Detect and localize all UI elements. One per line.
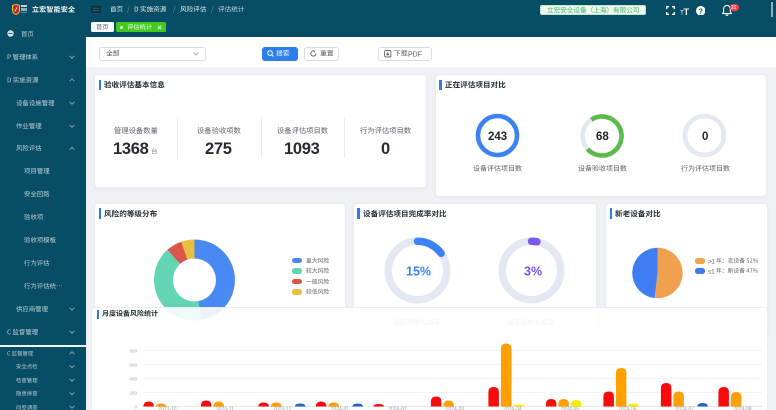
svg-text:2023-12: 2023-12: [273, 407, 292, 410]
svg-text:600: 600: [129, 362, 137, 367]
svg-text:200: 200: [129, 390, 137, 395]
svg-text:400: 400: [129, 376, 137, 381]
svg-text:2024-08: 2024-08: [733, 407, 752, 410]
svg-text:2024-01: 2024-01: [331, 407, 350, 410]
svg-text:0: 0: [134, 404, 137, 409]
svg-text:800: 800: [129, 348, 137, 353]
svg-text:2024-04: 2024-04: [503, 407, 522, 410]
svg-text:2023-11: 2023-11: [216, 407, 234, 410]
svg-text:2024-07: 2024-07: [676, 407, 695, 410]
svg-text:2024-02: 2024-02: [388, 407, 407, 410]
svg-text:2024-05: 2024-05: [561, 407, 580, 410]
svg-text:2023-10: 2023-10: [158, 407, 177, 410]
svg-text:2024-03: 2024-03: [446, 407, 465, 410]
svg-text:2024-06: 2024-06: [618, 407, 637, 410]
